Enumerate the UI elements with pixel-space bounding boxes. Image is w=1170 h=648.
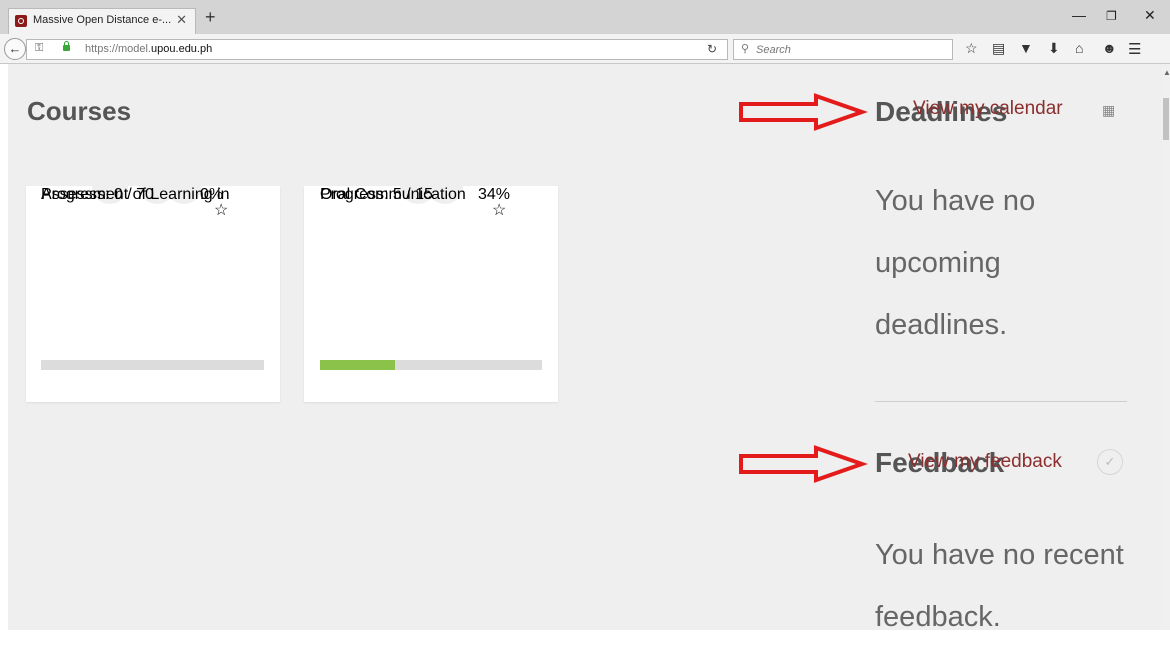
search-box[interactable]: ⚲ — [733, 39, 953, 60]
progress-percent: 0% — [200, 186, 224, 203]
courses-heading: Courses — [27, 96, 132, 126]
progress-bar — [41, 360, 264, 370]
url-text: https://model.upou.edu.ph — [85, 43, 213, 55]
checkmark-icon[interactable]: ✓ — [1097, 449, 1123, 475]
site-favicon-icon — [15, 15, 27, 27]
restore-button[interactable]: ❐ — [1106, 9, 1117, 23]
deadlines-empty-text: You have no upcoming deadlines. — [875, 185, 1036, 341]
tab-title: Massive Open Distance e-... — [33, 14, 172, 26]
reading-list-icon[interactable]: ▤ — [992, 40, 1005, 57]
pocket-icon[interactable]: ▼ — [1019, 40, 1033, 56]
feedback-empty-text: You have no recent feedback. — [875, 539, 1124, 633]
tab-close-icon[interactable]: ✕ — [176, 12, 187, 28]
browser-tab-bar: Massive Open Distance e-... ✕ + — ❐ ✕ — [0, 0, 1170, 34]
progress-label: Progress: 5 / 15 — [320, 186, 433, 203]
progress-bar-fill — [320, 360, 395, 370]
progress-percent: 34% — [478, 186, 511, 203]
lock-icon — [63, 41, 70, 51]
scrollbar-thumb[interactable] — [1163, 98, 1169, 140]
view-feedback-link[interactable]: View my feedback — [908, 451, 1062, 473]
chat-icon[interactable]: ☻ — [1102, 40, 1117, 56]
scrollbar-track[interactable] — [1162, 64, 1170, 630]
scroll-up-arrow-icon[interactable]: ▲ — [1163, 68, 1170, 77]
address-bar[interactable]: ⚿ https://model.upou.edu.ph ↻ — [26, 39, 728, 60]
browser-nav-bar: ← ⚿ https://model.upou.edu.ph ↻ ⚲ ☆ ▤ ▼ … — [0, 34, 1170, 64]
annotation-arrow — [739, 445, 868, 483]
home-icon[interactable]: ⌂ — [1075, 40, 1083, 56]
browser-tab[interactable]: Massive Open Distance e-... ✕ — [8, 8, 196, 34]
annotation-arrow — [739, 93, 868, 131]
new-tab-button[interactable]: + — [205, 7, 216, 28]
progress-label: Progress: 0 / 70 — [41, 186, 154, 203]
search-input[interactable] — [756, 42, 946, 57]
minimize-button[interactable]: — — [1072, 7, 1086, 23]
view-calendar-link[interactable]: View my calendar — [913, 98, 1063, 120]
calendar-icon[interactable]: ▦ — [1102, 102, 1115, 119]
key-icon: ⚿ — [35, 42, 44, 54]
bookmark-star-icon[interactable]: ☆ — [965, 40, 978, 57]
window-close-button[interactable]: ✕ — [1144, 7, 1156, 24]
menu-icon[interactable]: ☰ — [1128, 40, 1141, 58]
reload-icon[interactable]: ↻ — [707, 42, 717, 56]
back-arrow-icon[interactable]: ← — [4, 38, 26, 60]
search-icon: ⚲ — [741, 43, 750, 55]
download-icon[interactable]: ⬇ — [1048, 40, 1060, 57]
page-left-edge — [0, 64, 8, 630]
section-divider — [875, 401, 1127, 402]
